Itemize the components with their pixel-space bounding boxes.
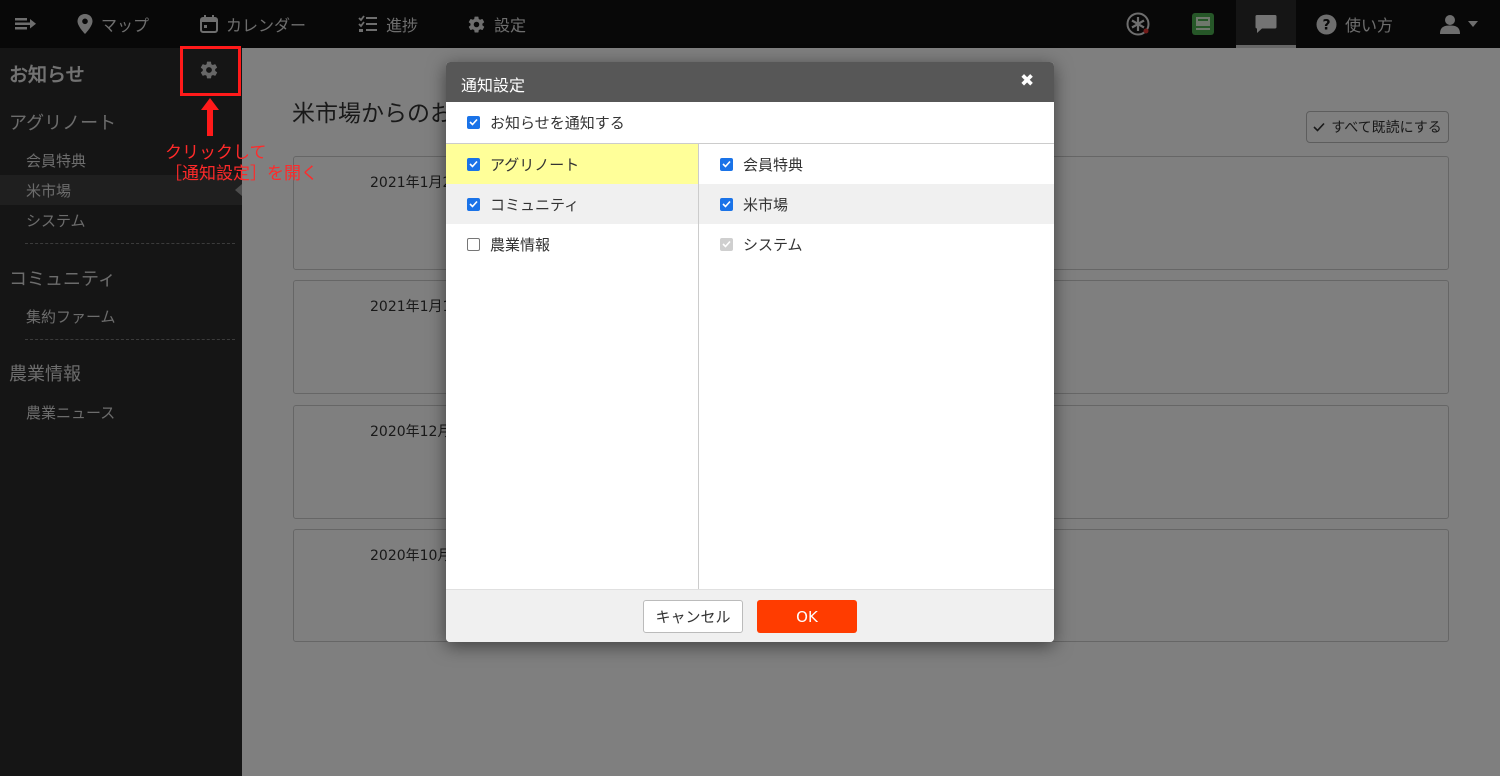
master-notify-toggle[interactable]: お知らせを通知する xyxy=(446,102,1054,142)
category-label: 農業情報 xyxy=(490,235,551,254)
checkbox-icon[interactable] xyxy=(720,197,733,211)
close-icon[interactable]: ✖ xyxy=(1020,71,1034,91)
dialog-header: 通知設定 ✖ xyxy=(446,62,1054,102)
category-community[interactable]: コミュニティ xyxy=(446,184,698,224)
master-notify-label: お知らせを通知する xyxy=(490,113,625,132)
notification-settings-dialog: 通知設定 ✖ お知らせを通知する アグリノート コミュニティ 農業情報 会員特典… xyxy=(446,62,1054,642)
subcategory-label: 米市場 xyxy=(743,195,789,214)
subcategory-member-benefits[interactable]: 会員特典 xyxy=(699,144,1054,184)
category-label: コミュニティ xyxy=(490,195,580,214)
annotation-line-1: クリックして xyxy=(165,143,267,163)
dialog-title: 通知設定 xyxy=(461,76,526,95)
checkbox-icon[interactable] xyxy=(467,157,480,171)
checkbox-icon[interactable] xyxy=(467,197,480,211)
annotation-line-2: ［通知設定］を開く xyxy=(165,164,318,184)
category-label: アグリノート xyxy=(490,155,580,174)
annotation-highlight-box xyxy=(180,46,241,96)
checkbox-icon[interactable] xyxy=(720,157,733,171)
checkbox-icon[interactable] xyxy=(467,115,480,129)
checkbox-disabled-icon xyxy=(720,237,733,251)
annotation-text: クリックして ［通知設定］を開く xyxy=(165,143,318,185)
category-agri-info[interactable]: 農業情報 xyxy=(446,224,698,264)
dialog-footer: キャンセル OK xyxy=(446,589,1054,642)
ok-button[interactable]: OK xyxy=(757,600,857,633)
subcategory-system: システム xyxy=(699,224,1054,264)
cancel-button[interactable]: キャンセル xyxy=(643,600,743,633)
subcategory-label: 会員特典 xyxy=(743,155,804,174)
category-agrinote[interactable]: アグリノート xyxy=(446,144,698,184)
checkbox-icon[interactable] xyxy=(467,237,480,251)
subcategory-label: システム xyxy=(743,235,803,254)
annotation-arrow-up-icon xyxy=(200,96,220,142)
subcategory-rice-market[interactable]: 米市場 xyxy=(699,184,1054,224)
